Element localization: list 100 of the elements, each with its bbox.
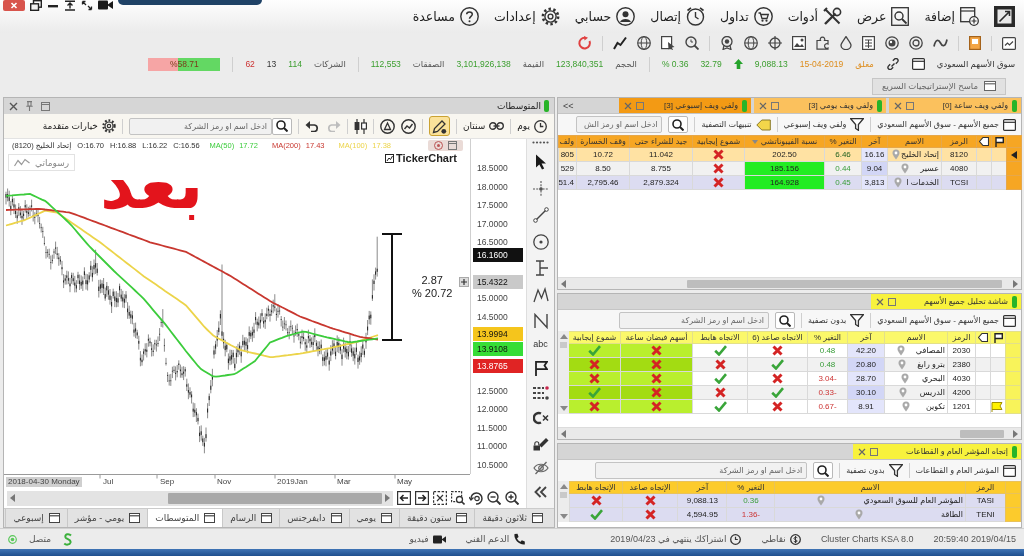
scrollbar-thumb[interactable] [560, 492, 567, 498]
flag-icon[interactable] [533, 359, 548, 376]
column-header[interactable]: الرمز [947, 331, 976, 344]
scroll-right-icon[interactable] [1013, 279, 1018, 288]
search-button[interactable] [775, 312, 795, 329]
column-header[interactable]: الاتجاه هابط [692, 331, 748, 344]
search-field[interactable]: ادخل اسم او رمز الش [576, 116, 663, 133]
period-button[interactable]: يوم [517, 119, 547, 133]
tab[interactable]: المتوسطات [147, 509, 223, 527]
tab[interactable]: دايفرجنس [279, 509, 349, 527]
crosshair-icon[interactable] [532, 180, 549, 197]
column-header[interactable]: وقف الخسارة [576, 135, 630, 148]
column-header[interactable]: التغير % [824, 135, 862, 148]
tab[interactable]: إتجاه المؤشر العام و القطاعات [853, 444, 1021, 459]
grip-icon[interactable] [532, 141, 549, 144]
column-header[interactable]: التغير % [807, 331, 848, 344]
document-icon[interactable] [969, 36, 981, 50]
drawings-button[interactable]: رسوماتي [8, 154, 76, 171]
scroll-right-icon[interactable] [1013, 429, 1018, 438]
medal-icon[interactable] [720, 36, 734, 50]
horizontal-scrollbar[interactable] [558, 277, 1021, 289]
column-header[interactable]: نسبة الفيبوناتشي [744, 135, 825, 148]
range-button[interactable]: سنتان [462, 121, 505, 131]
column-header[interactable]: الإتجاه هابط [569, 481, 623, 494]
menu-item[interactable]: إعدادات [493, 7, 560, 26]
text-tool-button[interactable]: abc [533, 339, 548, 350]
right-arrow-box-icon[interactable] [415, 491, 429, 505]
horizontal-scrollbar[interactable] [558, 427, 1021, 439]
vertical-scrollbar[interactable] [558, 331, 569, 414]
tab[interactable]: يومي - مؤشر [66, 509, 148, 527]
column-header[interactable] [991, 135, 1007, 148]
close-icon[interactable] [858, 447, 866, 456]
column-header[interactable]: الاتجاه صاعد (6 [747, 331, 808, 344]
menu-item[interactable]: أدوات [787, 7, 842, 26]
scroll-left-icon[interactable] [10, 494, 15, 502]
crosshair-icon[interactable] [768, 36, 782, 50]
column-header[interactable]: الاسم [887, 135, 942, 148]
close-icon[interactable] [894, 101, 902, 110]
scroll-up-icon[interactable] [559, 484, 568, 489]
vertical-scrollbar[interactable] [558, 481, 569, 522]
tab[interactable]: ستون دقيقة [399, 509, 475, 527]
line-tool-icon[interactable] [532, 207, 549, 224]
column-header[interactable]: آخر [861, 135, 888, 148]
tab[interactable]: ولفي ويف ساعة [0] [889, 98, 1021, 113]
market-scope-button[interactable]: جميع الأسهم - سوق الأسهم السعودي [877, 118, 1016, 131]
scroll-down-icon[interactable] [559, 514, 568, 519]
puzzle-icon[interactable] [816, 36, 830, 50]
window-icon[interactable] [911, 58, 925, 70]
column-header[interactable]: شموع إيجابية [568, 331, 621, 344]
zoom-out-icon[interactable] [487, 491, 501, 505]
refresh-icon[interactable] [578, 36, 592, 50]
column-header[interactable] [975, 331, 991, 344]
line-chart-icon[interactable] [400, 118, 416, 134]
scroll-up-icon[interactable] [559, 334, 568, 339]
column-header[interactable]: ولف [558, 135, 577, 148]
scroll-left-icon[interactable] [561, 429, 566, 438]
column-header[interactable]: التغير % [726, 481, 775, 494]
market-scope-button[interactable]: المؤشر العام و القطاعات [915, 464, 1016, 477]
chart-window-icon[interactable] [1002, 36, 1016, 50]
market-scope-button[interactable]: جميع الأسهم - سوق الأسهم السعودي [877, 314, 1016, 327]
scrollbar-thumb[interactable] [168, 492, 382, 504]
support-button[interactable]: الدعم الفني [465, 533, 526, 545]
column-header[interactable]: الإتجاه صاعد [622, 481, 678, 494]
column-header[interactable]: جيد للشراء حتى [629, 135, 693, 148]
filter-alerts-button[interactable]: تنبيهات التصفية [701, 118, 771, 131]
close-icon[interactable] [9, 101, 18, 111]
magnifier-icon[interactable] [685, 36, 699, 50]
link-icon[interactable] [885, 58, 900, 70]
list-icon[interactable] [532, 386, 549, 401]
pin-icon[interactable] [26, 101, 33, 111]
close-icon[interactable] [3, 0, 25, 11]
scrollbar-thumb[interactable] [687, 279, 1002, 288]
video-button[interactable]: فيديو [409, 534, 446, 544]
collapse-icon[interactable] [534, 485, 547, 498]
candles-icon[interactable] [353, 118, 367, 134]
search-field[interactable]: ادخل اسم او رمز الشركة [619, 312, 769, 329]
menu-item[interactable]: إضافة [924, 7, 979, 26]
scroll-left-icon[interactable] [561, 279, 566, 288]
strategy-scanner-button[interactable]: ماسح الإستراتيجيات السريع [871, 77, 1006, 95]
column-header[interactable]: آخر [677, 481, 727, 494]
column-header[interactable]: شموع إيجابية [692, 135, 745, 148]
tab[interactable]: شاشة تحليل جميع الأسهم [871, 294, 1021, 309]
zigzag-tool-icon[interactable] [532, 286, 549, 303]
filter-button[interactable]: بدون تصفية [808, 314, 865, 327]
fit-icon[interactable] [433, 491, 447, 505]
drop-icon[interactable] [840, 36, 852, 50]
scroll-right-icon[interactable] [385, 494, 390, 502]
disc-icon[interactable] [885, 36, 899, 50]
scrollbar-thumb[interactable] [960, 429, 1004, 438]
points-button[interactable]: نقاطي [761, 533, 801, 545]
collapse-button[interactable]: << [558, 98, 579, 113]
trend-line-icon[interactable] [613, 36, 627, 50]
search-button[interactable] [668, 116, 689, 133]
column-header[interactable]: الرمز [941, 135, 977, 148]
close-icon[interactable] [624, 101, 632, 110]
tab[interactable]: إسبوعي [5, 509, 67, 527]
column-header[interactable]: الرمز [965, 481, 1006, 494]
close-icon[interactable] [876, 297, 884, 306]
hide-icon[interactable] [532, 461, 549, 476]
globe-icon[interactable] [637, 36, 651, 50]
